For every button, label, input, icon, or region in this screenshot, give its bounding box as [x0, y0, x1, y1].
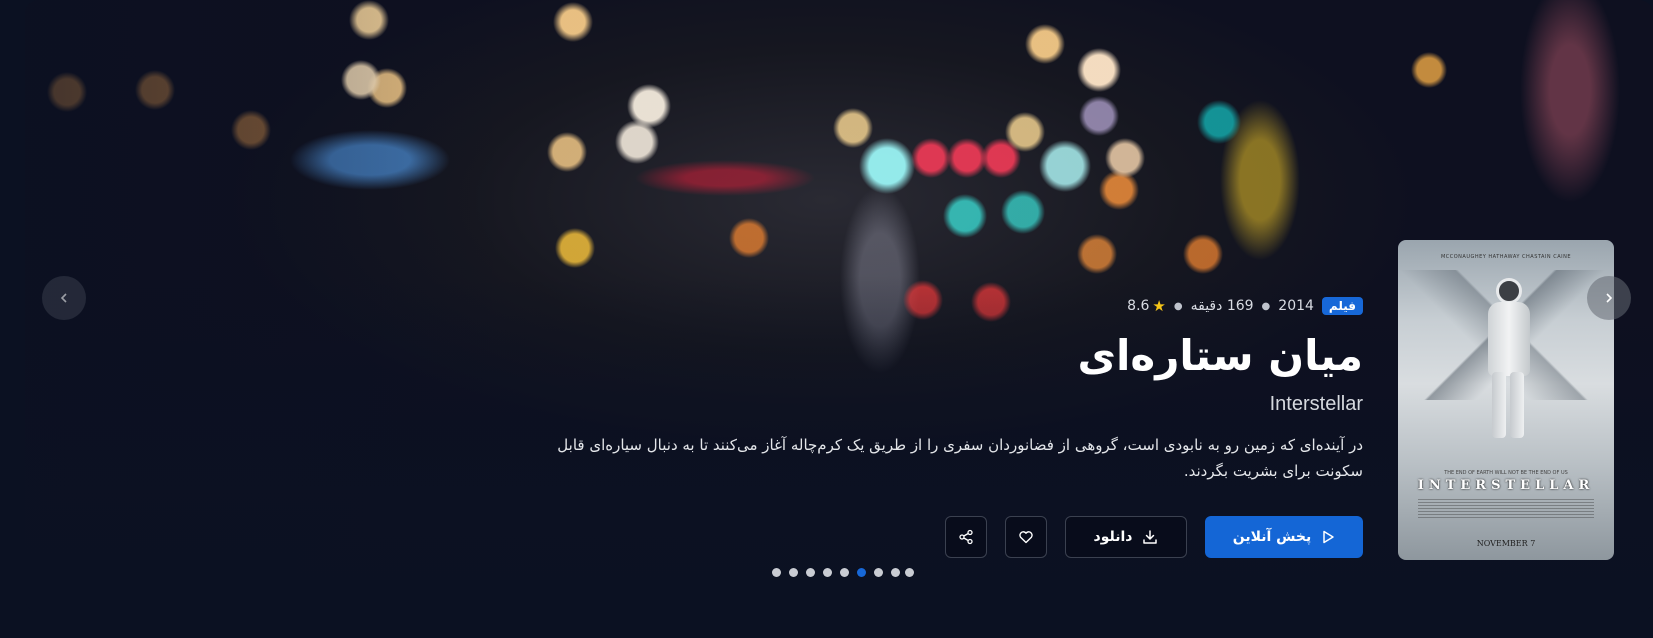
carousel-next-button[interactable] — [1587, 276, 1631, 320]
carousel-dot[interactable] — [891, 568, 900, 577]
poster-astronaut — [1482, 278, 1534, 448]
carousel-dot[interactable] — [874, 568, 883, 577]
carousel-dot[interactable] — [789, 568, 798, 577]
download-icon — [1143, 530, 1158, 544]
carousel-dot[interactable] — [772, 568, 781, 577]
movie-info: فیلم 2014 ● 169 دقیقه ● 8.6 ★ میان ستاره… — [543, 295, 1363, 558]
carousel-prev-button[interactable] — [42, 276, 86, 320]
poster-title: INTERSTELLAR — [1417, 478, 1595, 493]
poster-credits — [1418, 498, 1594, 518]
carousel-dot[interactable] — [806, 568, 815, 577]
carousel-indicators — [772, 568, 914, 577]
rating: 8.6 ★ — [1127, 297, 1166, 315]
separator: ● — [1261, 300, 1271, 312]
favorite-button[interactable] — [1005, 516, 1047, 558]
share-button[interactable] — [945, 516, 987, 558]
download-button[interactable]: دانلود — [1065, 516, 1187, 558]
action-bar: پخش آنلاین دانلود — [543, 516, 1363, 558]
heart-icon — [1019, 531, 1033, 544]
movie-title: میان ستاره‌ای — [1077, 331, 1363, 380]
original-title: Interstellar — [1269, 393, 1363, 415]
poster-tagline: THE END OF EARTH WILL NOT BE THE END OF … — [1444, 470, 1568, 476]
carousel-dot[interactable] — [823, 568, 832, 577]
duration: 169 دقیقه — [1190, 298, 1254, 314]
rating-value: 8.6 — [1127, 298, 1150, 314]
separator: ● — [1173, 300, 1183, 312]
poster-cast: MCCONAUGHEY HATHAWAY CHASTAIN CAINE — [1440, 254, 1572, 260]
movie-description: در آینده‌ای که زمین رو به نابودی است، گر… — [557, 436, 1363, 480]
play-icon — [1323, 530, 1335, 544]
type-badge: فیلم — [1321, 297, 1363, 315]
movie-meta: فیلم 2014 ● 169 دقیقه ● 8.6 ★ — [543, 295, 1363, 317]
share-icon — [959, 529, 973, 545]
poster-release-date: NOVEMBER 7 — [1476, 539, 1536, 548]
carousel-dot[interactable] — [840, 568, 849, 577]
star-icon: ★ — [1152, 297, 1166, 315]
chevron-right-icon — [1606, 293, 1613, 303]
play-online-label: پخش آنلاین — [1232, 529, 1312, 545]
carousel-dot-active[interactable] — [857, 568, 866, 577]
carousel-dot[interactable] — [905, 568, 914, 577]
download-label: دانلود — [1093, 529, 1133, 545]
movie-poster[interactable]: MCCONAUGHEY HATHAWAY CHASTAIN CAINE THE … — [1398, 240, 1614, 560]
chevron-left-icon — [60, 293, 67, 303]
play-online-button[interactable]: پخش آنلاین — [1205, 516, 1363, 558]
release-year: 2014 — [1278, 298, 1314, 314]
